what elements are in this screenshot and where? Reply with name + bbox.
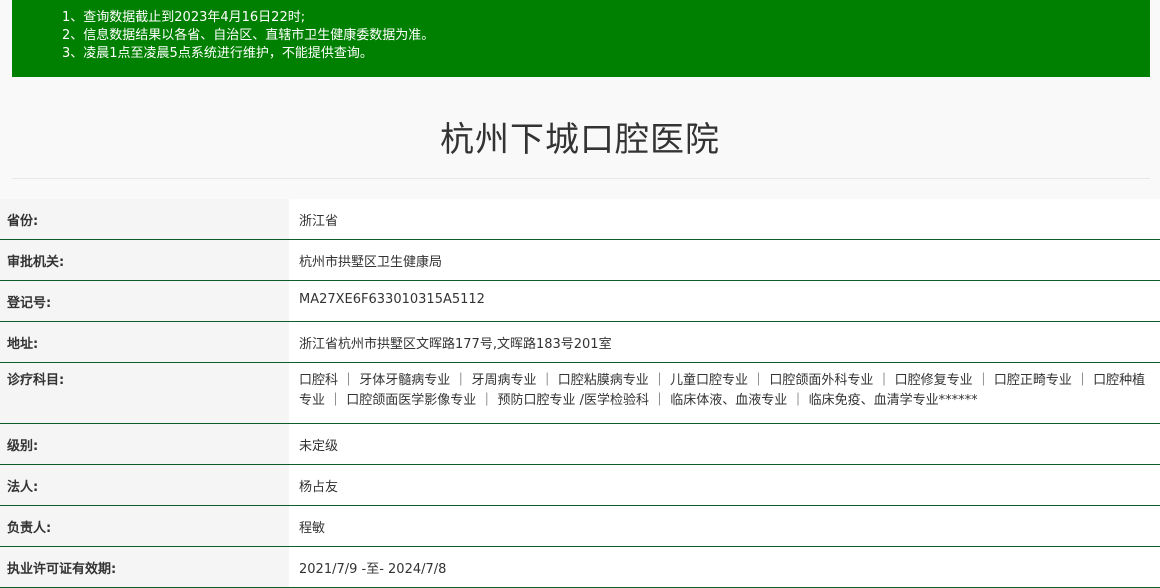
row-value: 浙江省: [289, 199, 1160, 239]
table-row-approval-authority: 审批机关: 杭州市拱墅区卫生健康局: [0, 240, 1160, 281]
row-label: 审批机关:: [0, 240, 289, 280]
row-label: 登记号:: [0, 281, 289, 321]
title-divider: [12, 178, 1150, 179]
row-label: 执业许可证有效期:: [0, 547, 289, 587]
notice-line-2: 2、信息数据结果以各省、自治区、直辖市卫生健康委数据为准。: [62, 28, 435, 43]
row-value: 未定级: [289, 424, 1160, 464]
row-label: 级别:: [0, 424, 289, 464]
table-row-departments: 诊疗科目: 口腔科 ｜ 牙体牙髓病专业 ｜ 牙周病专业 ｜ 口腔粘膜病专业 ｜ …: [0, 363, 1160, 424]
row-value: 口腔科 ｜ 牙体牙髓病专业 ｜ 牙周病专业 ｜ 口腔粘膜病专业 ｜ 儿童口腔专业…: [289, 363, 1160, 423]
table-row-level: 级别: 未定级: [0, 424, 1160, 465]
table-row-legal-person: 法人: 杨占友: [0, 465, 1160, 506]
table-row-person-in-charge: 负责人: 程敏: [0, 506, 1160, 547]
row-label: 法人:: [0, 465, 289, 505]
table-row-address: 地址: 浙江省杭州市拱墅区文晖路177号,文晖路183号201室: [0, 322, 1160, 363]
row-label: 地址:: [0, 322, 289, 362]
page-title: 杭州下城口腔医院: [440, 120, 720, 160]
notice-banner: 1、查询数据截止到2023年4月16日22时; 2、信息数据结果以各省、自治区、…: [12, 0, 1150, 77]
row-value: 2021/7/9 -至- 2024/7/8: [289, 547, 1160, 587]
table-row-license-validity: 执业许可证有效期: 2021/7/9 -至- 2024/7/8: [0, 547, 1160, 588]
notice-line-3: 3、凌晨1点至凌晨5点系统进行维护，不能提供查询。: [62, 46, 373, 61]
table-row-registration-number: 登记号: MA27XE6F633010315A5112: [0, 281, 1160, 322]
info-table: 省份: 浙江省 审批机关: 杭州市拱墅区卫生健康局 登记号: MA27XE6F6…: [0, 199, 1160, 588]
row-value: MA27XE6F633010315A5112: [289, 281, 1160, 321]
row-value: 杨占友: [289, 465, 1160, 505]
table-row-province: 省份: 浙江省: [0, 199, 1160, 240]
row-value: 浙江省杭州市拱墅区文晖路177号,文晖路183号201室: [289, 322, 1160, 362]
row-value: 程敏: [289, 506, 1160, 546]
row-label: 诊疗科目:: [0, 363, 289, 423]
row-label: 省份:: [0, 199, 289, 239]
notice-line-1: 1、查询数据截止到2023年4月16日22时;: [62, 10, 306, 25]
row-value: 杭州市拱墅区卫生健康局: [289, 240, 1160, 280]
row-label: 负责人:: [0, 506, 289, 546]
